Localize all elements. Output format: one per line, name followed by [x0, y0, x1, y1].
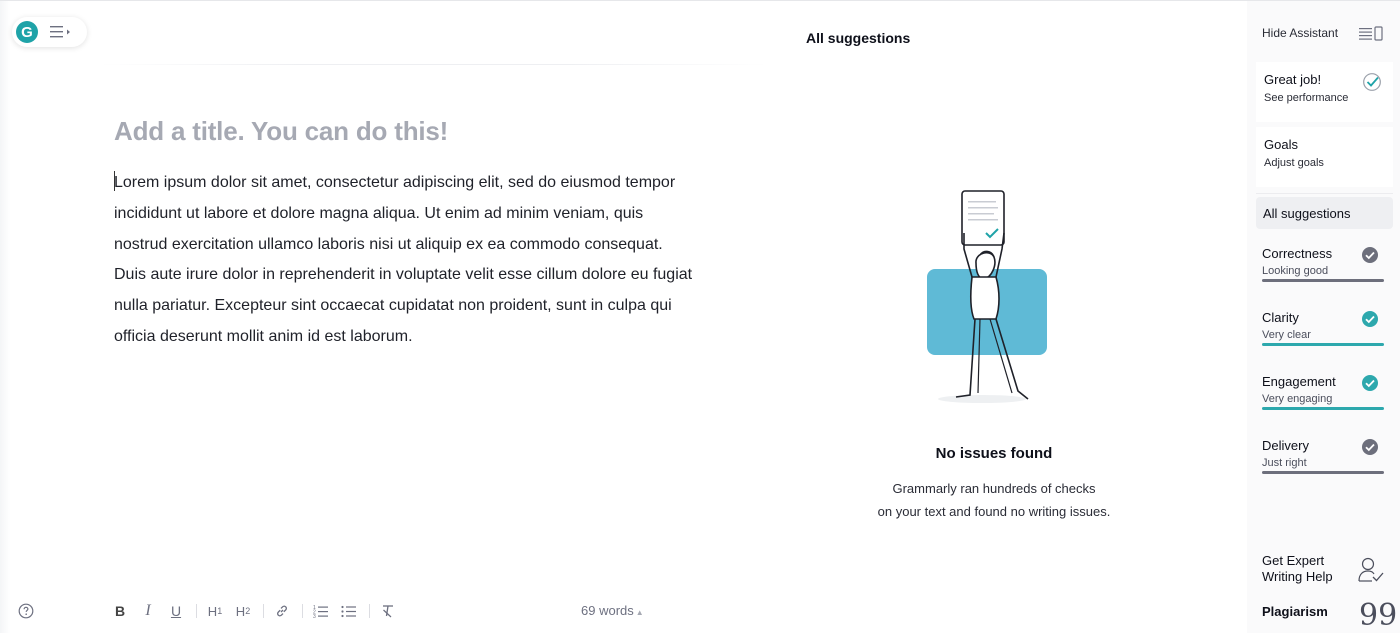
hide-assistant-button[interactable]: Hide Assistant	[1262, 26, 1338, 40]
goals-card[interactable]: Goals Adjust goals	[1256, 127, 1393, 187]
grammarly-logo-icon[interactable]: G	[16, 21, 38, 43]
app-menu-pill[interactable]: G	[12, 17, 87, 47]
bulleted-list-icon[interactable]	[337, 600, 361, 622]
editor-header-divider	[100, 64, 768, 65]
no-issues-description: Grammarly ran hundreds of checks on your…	[852, 478, 1136, 523]
toolbar-divider	[302, 604, 303, 618]
expert-person-icon[interactable]	[1358, 556, 1384, 584]
bold-button[interactable]: B	[108, 600, 132, 622]
toolbar-divider	[369, 604, 370, 618]
check-circle-icon	[1362, 311, 1378, 327]
no-issues-line: Grammarly ran hundreds of checks	[892, 481, 1096, 496]
sidebar-divider	[1256, 193, 1393, 194]
category-status: Just right	[1262, 457, 1307, 469]
category-status: Very engaging	[1262, 393, 1333, 405]
panel-title: All suggestions	[806, 30, 911, 46]
no-issues-title: No issues found	[935, 445, 1053, 462]
top-border	[0, 0, 1400, 1]
category-name: Engagement	[1262, 374, 1336, 389]
category-correctness[interactable]: Correctness Looking good	[1262, 246, 1384, 306]
hamburger-menu-icon[interactable]	[50, 22, 74, 42]
help-icon[interactable]	[18, 603, 34, 619]
heading2-sub: 2	[245, 606, 251, 616]
category-engagement[interactable]: Engagement Very engaging	[1262, 374, 1384, 434]
category-name: Correctness	[1262, 246, 1333, 261]
svg-text:3: 3	[313, 614, 316, 618]
category-name: Clarity	[1262, 310, 1299, 325]
check-circle-icon	[1362, 439, 1378, 455]
heading2-label: H	[235, 603, 246, 619]
category-delivery[interactable]: Delivery Just right	[1262, 438, 1384, 498]
category-progress-bar	[1262, 471, 1384, 474]
performance-card[interactable]: Great job! See performance	[1256, 62, 1393, 122]
caret-up-icon: ▲	[635, 608, 644, 617]
category-status: Looking good	[1262, 265, 1329, 277]
hide-panel-icon[interactable]	[1359, 26, 1383, 41]
numbered-list-icon[interactable]: 1 2 3	[309, 600, 333, 622]
toolbar-divider	[196, 604, 197, 618]
link-icon[interactable]	[270, 600, 294, 622]
underline-button[interactable]: U	[164, 600, 188, 622]
all-suggestions-label: All suggestions	[1263, 206, 1351, 221]
document-title-input[interactable]: Add a title. You can do this!	[114, 116, 448, 147]
italic-button[interactable]: I	[136, 600, 160, 622]
formatting-toolbar: B I U H1 H2 1 2 3	[108, 600, 404, 622]
no-issues-line: on your text and found no writing issues…	[877, 503, 1111, 519]
category-status: Very clear	[1262, 329, 1311, 341]
heading1-label: H	[207, 603, 218, 619]
category-progress-bar	[1262, 343, 1384, 346]
toolbar-divider	[263, 604, 264, 618]
word-count-label: 69 words	[581, 603, 634, 618]
heading1-sub: 1	[217, 606, 223, 616]
performance-title: Great job!	[1264, 72, 1322, 87]
category-name: Delivery	[1262, 438, 1309, 453]
adjust-goals-link[interactable]: Adjust goals	[1264, 157, 1324, 169]
plagiarism-button[interactable]: Plagiarism	[1262, 604, 1328, 619]
expert-help-line: Get Expert	[1262, 553, 1325, 568]
expert-writing-help-button[interactable]: Get Expert Writing Help	[1262, 553, 1352, 584]
no-issues-illustration	[920, 185, 1060, 407]
see-performance-link[interactable]: See performance	[1264, 92, 1348, 104]
all-suggestions-tab[interactable]: All suggestions	[1256, 197, 1393, 229]
left-edge-shadow	[0, 1, 10, 633]
expert-help-line: Writing Help	[1262, 568, 1333, 584]
heading1-button[interactable]: H1	[203, 600, 227, 622]
check-circle-icon	[1362, 375, 1378, 391]
performance-check-icon	[1363, 73, 1381, 91]
category-progress-bar	[1262, 279, 1384, 282]
goals-title: Goals	[1264, 137, 1298, 152]
document-body-editor[interactable]: Lorem ipsum dolor sit amet, consectetur …	[114, 168, 694, 353]
quote-icon[interactable]: 99	[1359, 601, 1397, 631]
category-clarity[interactable]: Clarity Very clear	[1262, 310, 1384, 370]
clear-formatting-icon[interactable]	[376, 600, 400, 622]
heading2-button[interactable]: H2	[231, 600, 255, 622]
word-count-button[interactable]: 69 words ▲	[581, 603, 644, 618]
check-circle-icon	[1362, 247, 1378, 263]
category-progress-bar	[1262, 407, 1384, 410]
